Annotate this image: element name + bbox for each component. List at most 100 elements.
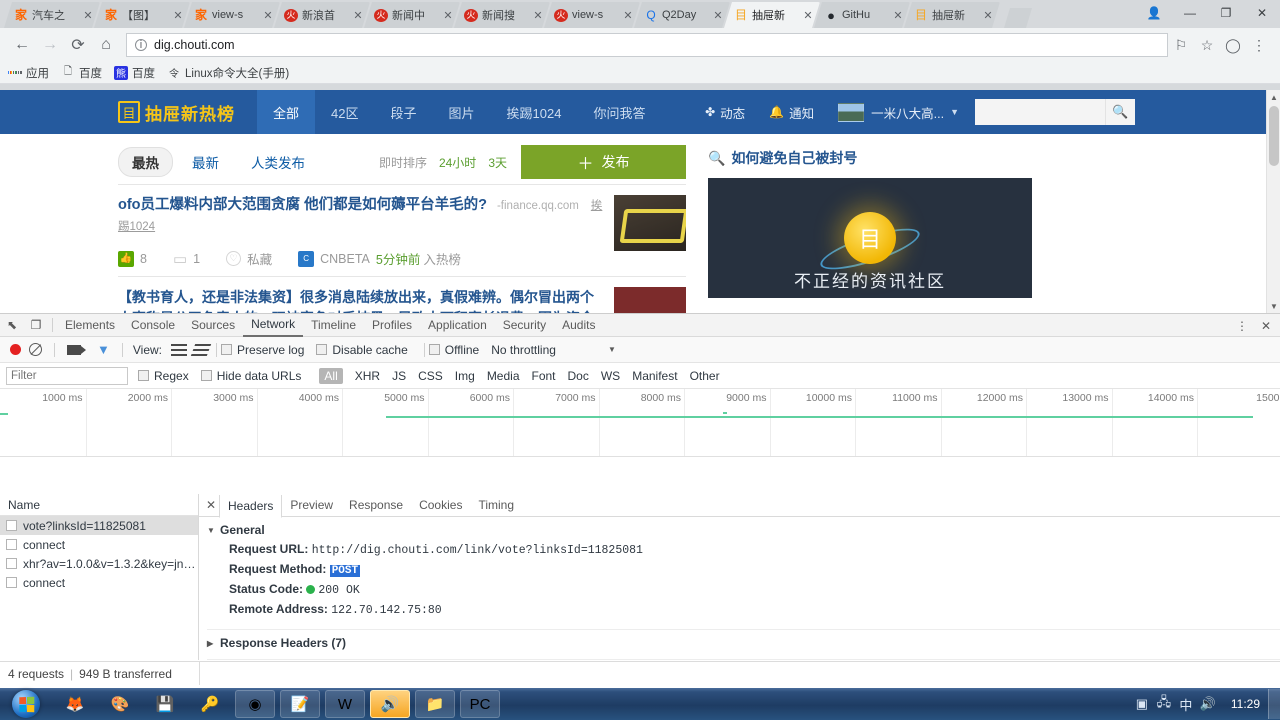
back-icon[interactable]: ← [8, 31, 36, 59]
bookmark-item[interactable]: 令Linux命令大全(手册) [167, 65, 289, 81]
devtools-tab[interactable]: Application [420, 314, 495, 337]
tray-expand-icon[interactable]: ▣ [1131, 693, 1153, 715]
close-tab-icon[interactable]: ✕ [262, 9, 274, 22]
browser-tab[interactable]: 火新闻搜✕ [454, 2, 550, 28]
devtools-tab[interactable]: Console [123, 314, 183, 337]
editor-app[interactable]: 📝 [280, 690, 320, 718]
view-waterfall-icon[interactable] [191, 344, 211, 356]
show-desktop-button[interactable] [1268, 689, 1280, 719]
browser-tab[interactable]: 火新闻中✕ [364, 2, 460, 28]
favorite-action[interactable]: ♡ 私藏 [226, 249, 272, 268]
word-app[interactable]: W [325, 690, 365, 718]
site-nav-item[interactable]: 42区 [315, 90, 374, 134]
detail-tab[interactable]: Cookies [411, 494, 470, 517]
feed-filter-chip[interactable]: 最新 [179, 148, 232, 176]
user-menu[interactable]: 一米八大高... ▼ [838, 103, 959, 122]
site-nav-item[interactable]: 段子 [374, 90, 432, 134]
bookmark-item[interactable]: 🗋百度 [61, 65, 102, 81]
close-tab-icon[interactable]: ✕ [172, 9, 184, 22]
browser-tab[interactable]: QQ2Day✕ [634, 2, 730, 28]
general-section-header[interactable]: ▼ General [207, 523, 1280, 537]
feed-item-thumbnail[interactable] [614, 287, 686, 313]
devtools-tab[interactable]: Elements [57, 314, 123, 337]
bookmark-item[interactable]: 应用 [8, 65, 49, 81]
site-nav-item[interactable]: 你问我答 [577, 90, 661, 134]
close-tab-icon[interactable]: ✕ [442, 9, 454, 22]
devtools-tab[interactable]: Security [495, 314, 554, 337]
reload-icon[interactable]: ⟳ [64, 31, 92, 59]
minimize-icon[interactable]: — [1172, 0, 1208, 26]
devtools-tab[interactable]: Audits [554, 314, 603, 337]
page-scrollbar-thumb[interactable] [1269, 106, 1279, 166]
resource-type-filter[interactable]: WS [601, 369, 620, 383]
browser-tab[interactable]: 家汽车之✕ [4, 2, 100, 28]
devtools-tab[interactable]: Network [243, 314, 303, 337]
browser-tab[interactable]: ●GitHu✕ [814, 2, 910, 28]
browser-tab[interactable]: 目抽屉新✕ [724, 2, 820, 28]
paint-app[interactable]: 🎨 [100, 690, 140, 718]
detail-close-icon[interactable]: ✕ [203, 498, 219, 512]
forward-icon[interactable]: → [36, 31, 64, 59]
devtools-tab[interactable]: Sources [183, 314, 243, 337]
sidebar-headline[interactable]: 🔍 如何避免自己被封号 [708, 140, 1038, 178]
nav-notify[interactable]: 🔔 通知 [769, 103, 814, 122]
explorer-app[interactable]: 📁 [415, 690, 455, 718]
regex-checkbox[interactable]: Regex [138, 369, 189, 383]
sort-option[interactable]: 3天 [488, 154, 507, 171]
close-tab-icon[interactable]: ✕ [982, 9, 994, 22]
resource-type-filter[interactable]: Manifest [632, 369, 677, 383]
browser-tab[interactable]: 目抽屉新✕ [904, 2, 1000, 28]
device-toolbar-icon[interactable]: ❐ [24, 314, 48, 337]
resource-type-filter[interactable]: Font [532, 369, 556, 383]
site-logo[interactable]: 目 抽屉新热榜 [118, 100, 235, 125]
chevron-down-icon[interactable]: ▼ [950, 107, 959, 117]
browser-tab[interactable]: 家【图】✕ [94, 2, 190, 28]
account-icon[interactable]: 👤 [1136, 0, 1172, 26]
bookmark-item[interactable]: 熊百度 [114, 65, 155, 81]
hide-data-urls-checkbox[interactable]: Hide data URLs [201, 369, 302, 383]
network-filter-input[interactable] [6, 367, 128, 385]
page-scrollbar[interactable]: ▲ ▼ [1266, 90, 1280, 313]
chevron-down-icon[interactable]: ▼ [608, 345, 616, 354]
resource-type-filter[interactable]: All [319, 368, 342, 384]
profile-icon[interactable]: ◯ [1220, 32, 1246, 58]
request-row[interactable]: vote?linksId=11825081 [0, 516, 198, 535]
feed-item-title[interactable]: ofo员工爆料内部大范围贪腐 他们都是如何薅平台羊毛的? -finance.qq… [118, 195, 604, 237]
scroll-down-icon[interactable]: ▼ [1267, 299, 1280, 313]
resource-type-filter[interactable]: JS [392, 369, 406, 383]
offline-checkbox[interactable]: Offline [429, 343, 479, 357]
close-tab-icon[interactable]: ✕ [352, 9, 364, 22]
maximize-icon[interactable]: ❐ [1208, 0, 1244, 26]
request-row[interactable]: xhr?av=1.0.0&v=1.3.2&key=jnc... [0, 554, 198, 573]
browser-tab[interactable]: 火新浪首✕ [274, 2, 370, 28]
close-tab-icon[interactable]: ✕ [82, 9, 94, 22]
preserve-log-checkbox[interactable]: Preserve log [221, 343, 304, 357]
start-button[interactable] [2, 689, 50, 719]
tray-input-icon[interactable]: 中 [1175, 693, 1197, 715]
site-search[interactable] [975, 99, 1105, 125]
feed-filter-chip[interactable]: 人类发布 [238, 148, 318, 176]
view-list-icon[interactable] [171, 344, 187, 356]
scroll-up-icon[interactable]: ▲ [1267, 90, 1280, 104]
throttling-select[interactable]: No throttling ▼ [491, 343, 616, 357]
cast-icon[interactable]: ⚐ [1168, 32, 1194, 58]
feed-filter-chip[interactable]: 最热 [118, 147, 173, 177]
feed-item-title[interactable]: 【教书育人，还是非法集资】很多消息陆续放出来，真假难辨。偶尔冒出两个人声称是公司… [118, 287, 604, 313]
recommend-action[interactable]: 👍 8 [118, 251, 147, 267]
publisher-info[interactable]: C CNBETA 5分钟前 入热榜 [298, 249, 461, 268]
close-tab-icon[interactable]: ✕ [802, 9, 814, 22]
bookmark-star-icon[interactable]: ☆ [1194, 32, 1220, 58]
record-button[interactable] [10, 344, 21, 355]
new-tab-button[interactable] [1004, 8, 1032, 28]
firefox-app[interactable]: 🦊 [55, 690, 95, 718]
capture-screenshots-icon[interactable] [67, 345, 81, 355]
feed-item-thumbnail[interactable] [614, 195, 686, 251]
tray-network-icon[interactable]: 🖧 [1153, 693, 1175, 715]
feed-item[interactable]: 【教书育人，还是非法集资】很多消息陆续放出来，真假难辨。偶尔冒出两个人声称是公司… [118, 277, 686, 313]
save-app[interactable]: 💾 [145, 690, 185, 718]
detail-tab[interactable]: Headers [219, 495, 282, 518]
close-icon[interactable]: ✕ [1244, 0, 1280, 26]
media-app[interactable]: 🔊 [370, 690, 410, 718]
devtools-close-icon[interactable]: ✕ [1254, 314, 1278, 337]
nav-dynamic[interactable]: ✤ 动态 [705, 103, 745, 122]
